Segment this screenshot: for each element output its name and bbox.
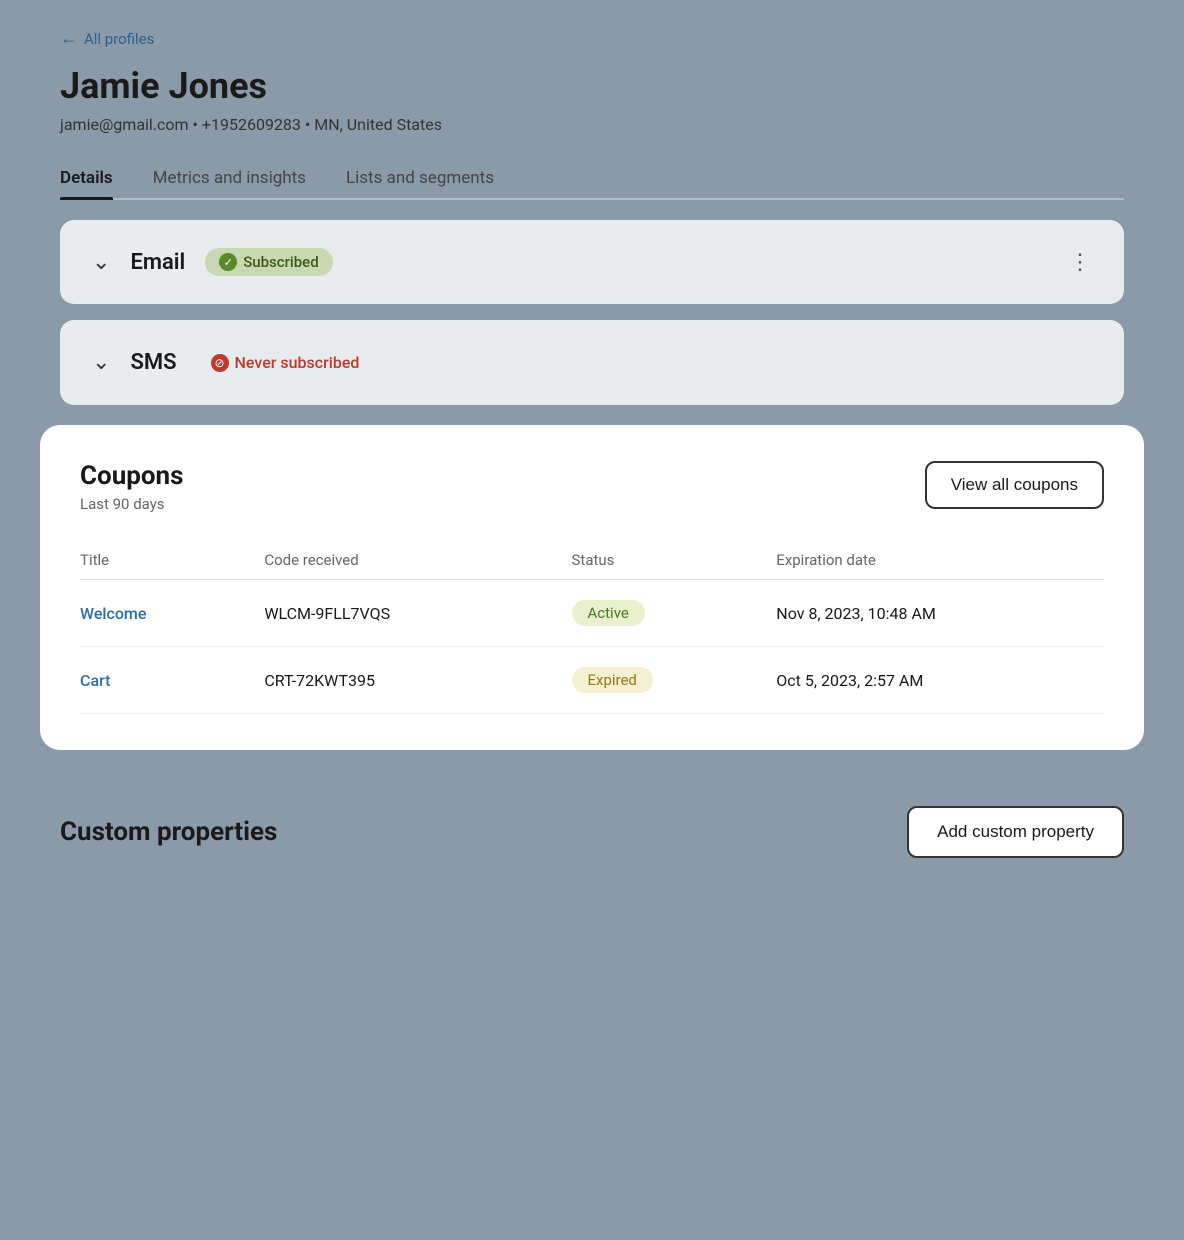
tab-lists[interactable]: Lists and segments bbox=[346, 158, 494, 198]
coupon-code-1: CRT-72KWT395 bbox=[264, 647, 571, 714]
check-icon: ✓ bbox=[219, 253, 237, 271]
email-card-left: ⌄ Email ✓ Subscribed bbox=[92, 248, 333, 276]
sms-chevron-icon[interactable]: ⌄ bbox=[92, 350, 110, 375]
meta-separator-2: • bbox=[305, 115, 314, 134]
sms-card: ⌄ SMS ⊘ Never subscribed bbox=[60, 320, 1124, 405]
email-status-badge: ✓ Subscribed bbox=[205, 248, 332, 276]
add-custom-property-button[interactable]: Add custom property bbox=[907, 806, 1124, 858]
tab-details[interactable]: Details bbox=[60, 158, 113, 198]
col-header-code: Code received bbox=[264, 541, 571, 580]
custom-properties-title: Custom properties bbox=[60, 817, 277, 847]
coupons-header: Coupons Last 90 days View all coupons bbox=[80, 461, 1104, 513]
coupons-table: Title Code received Status Expiration da… bbox=[80, 541, 1104, 714]
tabs-bar: Details Metrics and insights Lists and s… bbox=[60, 158, 1124, 200]
coupons-title: Coupons bbox=[80, 461, 183, 491]
custom-properties-section: Custom properties Add custom property bbox=[0, 770, 1184, 894]
table-header-row: Title Code received Status Expiration da… bbox=[80, 541, 1104, 580]
email-card-title: Email bbox=[130, 250, 185, 275]
status-badge-active: Active bbox=[572, 600, 645, 626]
sms-card-title: SMS bbox=[130, 350, 176, 375]
col-header-status: Status bbox=[572, 541, 777, 580]
email-status-label: Subscribed bbox=[243, 253, 318, 271]
status-badge-expired: Expired bbox=[572, 667, 653, 693]
sms-card-left: ⌄ SMS ⊘ Never subscribed bbox=[92, 348, 373, 377]
top-section: ← All profiles Jamie Jones jamie@gmail.c… bbox=[0, 0, 1184, 200]
page-wrapper: ← All profiles Jamie Jones jamie@gmail.c… bbox=[0, 0, 1184, 1240]
meta-separator-1: • bbox=[193, 115, 202, 134]
no-icon: ⊘ bbox=[211, 354, 229, 372]
profile-name: Jamie Jones bbox=[60, 65, 1124, 107]
cards-section: ⌄ Email ✓ Subscribed ⋮ ⌄ SMS ⊘ Never sub… bbox=[0, 200, 1184, 425]
sms-status-label: Never subscribed bbox=[235, 353, 360, 372]
profile-email: jamie@gmail.com bbox=[60, 115, 189, 134]
profile-phone: +1952609283 bbox=[202, 115, 301, 134]
table-row: Welcome WLCM-9FLL7VQS Active Nov 8, 2023… bbox=[80, 580, 1104, 647]
back-arrow-icon: ← bbox=[60, 28, 78, 49]
coupon-status-1: Expired bbox=[572, 647, 777, 714]
back-link[interactable]: ← All profiles bbox=[60, 28, 154, 49]
coupon-code-0: WLCM-9FLL7VQS bbox=[264, 580, 571, 647]
coupon-title-1[interactable]: Cart bbox=[80, 647, 264, 714]
profile-meta: jamie@gmail.com • +1952609283 • MN, Unit… bbox=[60, 115, 1124, 134]
back-link-label: All profiles bbox=[84, 30, 154, 48]
col-header-title: Title bbox=[80, 541, 264, 580]
tab-metrics[interactable]: Metrics and insights bbox=[153, 158, 306, 198]
coupon-status-0: Active bbox=[572, 580, 777, 647]
view-all-coupons-button[interactable]: View all coupons bbox=[925, 461, 1104, 509]
coupons-header-text: Coupons Last 90 days bbox=[80, 461, 183, 513]
profile-location: MN, United States bbox=[314, 115, 442, 134]
email-chevron-icon[interactable]: ⌄ bbox=[92, 250, 110, 275]
coupon-title-0[interactable]: Welcome bbox=[80, 580, 264, 647]
email-card: ⌄ Email ✓ Subscribed ⋮ bbox=[60, 220, 1124, 304]
coupons-subtitle: Last 90 days bbox=[80, 495, 183, 513]
coupon-expiration-0: Nov 8, 2023, 10:48 AM bbox=[776, 580, 1104, 647]
table-row: Cart CRT-72KWT395 Expired Oct 5, 2023, 2… bbox=[80, 647, 1104, 714]
coupon-expiration-1: Oct 5, 2023, 2:57 AM bbox=[776, 647, 1104, 714]
coupons-section: Coupons Last 90 days View all coupons Ti… bbox=[40, 425, 1144, 750]
sms-status-badge: ⊘ Never subscribed bbox=[197, 348, 374, 377]
col-header-expiration: Expiration date bbox=[776, 541, 1104, 580]
email-menu-dots[interactable]: ⋮ bbox=[1069, 250, 1092, 275]
